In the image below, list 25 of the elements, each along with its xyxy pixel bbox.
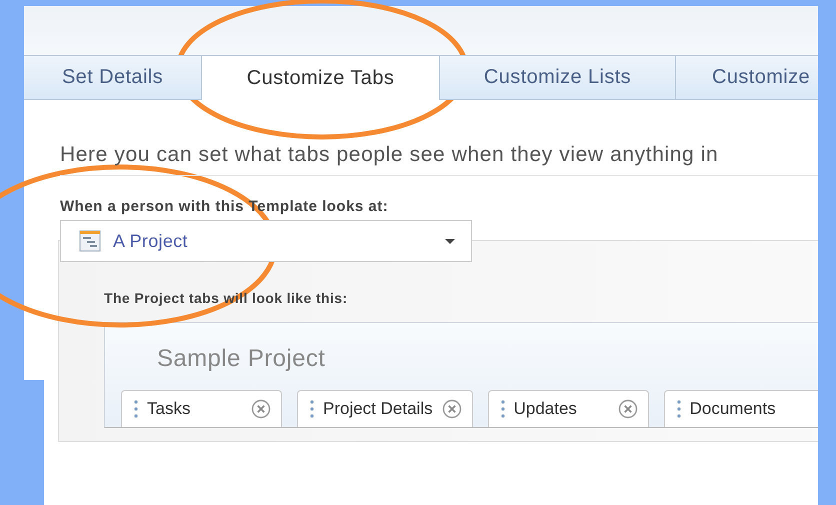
preview-tab-label: Updates [514,399,578,419]
close-icon[interactable] [618,399,638,419]
project-icon [79,230,101,252]
drag-handle-icon[interactable] [134,400,138,418]
sample-title: Sample Project [156,344,326,373]
preview-tab[interactable]: Tasks [121,390,282,427]
preview-tab-label: Project Details [323,399,433,419]
close-icon[interactable] [251,399,271,419]
preview-tab-label: Tasks [147,399,192,419]
tab[interactable]: Customize [676,55,818,100]
preview-tab[interactable]: Documents [664,390,818,427]
drag-handle-icon[interactable] [676,400,681,418]
object-dropdown[interactable]: A Project [60,220,472,262]
preview-tab[interactable]: Project Details [297,390,473,427]
preview-tab-label: Documents [690,399,777,419]
description-text: Here you can set what tabs people see when they view anything in [60,143,818,176]
dropdown-value: A Project [113,230,188,252]
tab[interactable]: Customize Lists [440,55,676,100]
tab[interactable]: Customize Tabs [202,55,440,100]
caret-icon [445,239,455,244]
close-icon[interactable] [442,399,462,419]
preview-tab[interactable]: Updates [488,390,649,427]
drag-handle-icon[interactable] [310,400,314,418]
drag-handle-icon[interactable] [500,400,505,418]
tab[interactable]: Set Details [24,55,202,100]
